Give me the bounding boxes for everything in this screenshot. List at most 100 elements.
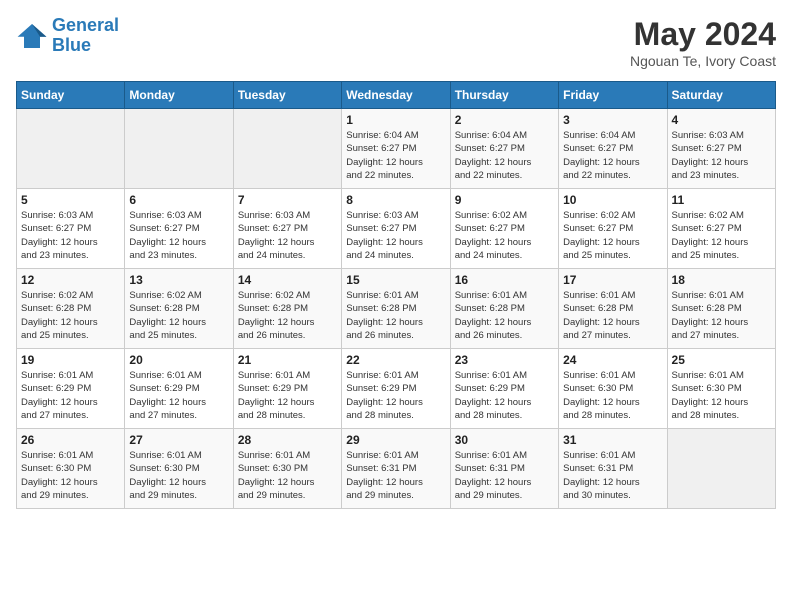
day-number: 13 <box>129 273 228 287</box>
calendar-cell: 7 Sunrise: 6:03 AMSunset: 6:27 PMDaylight… <box>233 189 341 269</box>
logo: General Blue <box>16 16 119 56</box>
day-info: Sunrise: 6:01 AMSunset: 6:30 PMDaylight:… <box>238 449 337 502</box>
day-info: Sunrise: 6:01 AMSunset: 6:28 PMDaylight:… <box>563 289 662 342</box>
day-info: Sunrise: 6:01 AMSunset: 6:30 PMDaylight:… <box>672 369 771 422</box>
calendar-cell: 29 Sunrise: 6:01 AMSunset: 6:31 PMDayligh… <box>342 429 450 509</box>
day-number: 11 <box>672 193 771 207</box>
day-info: Sunrise: 6:01 AMSunset: 6:28 PMDaylight:… <box>455 289 554 342</box>
calendar-cell: 21 Sunrise: 6:01 AMSunset: 6:29 PMDayligh… <box>233 349 341 429</box>
calendar-table: SundayMondayTuesdayWednesdayThursdayFrid… <box>16 81 776 509</box>
logo-text-line2: Blue <box>52 36 119 56</box>
page-header: General Blue May 2024 Ngouan Te, Ivory C… <box>16 16 776 69</box>
calendar-cell <box>233 109 341 189</box>
day-info: Sunrise: 6:01 AMSunset: 6:29 PMDaylight:… <box>21 369 120 422</box>
calendar-cell: 16 Sunrise: 6:01 AMSunset: 6:28 PMDayligh… <box>450 269 558 349</box>
day-info: Sunrise: 6:03 AMSunset: 6:27 PMDaylight:… <box>346 209 445 262</box>
day-number: 5 <box>21 193 120 207</box>
day-number: 29 <box>346 433 445 447</box>
day-number: 30 <box>455 433 554 447</box>
day-number: 24 <box>563 353 662 367</box>
location: Ngouan Te, Ivory Coast <box>630 53 776 69</box>
calendar-cell: 30Sunrise: 6:01 AMSunset: 6:31 PMDayligh… <box>450 429 558 509</box>
weekday-header-row: SundayMondayTuesdayWednesdayThursdayFrid… <box>17 82 776 109</box>
day-info: Sunrise: 6:02 AMSunset: 6:28 PMDaylight:… <box>238 289 337 342</box>
day-info: Sunrise: 6:02 AMSunset: 6:27 PMDaylight:… <box>455 209 554 262</box>
day-number: 8 <box>346 193 445 207</box>
calendar-week-row: 5 Sunrise: 6:03 AMSunset: 6:27 PMDaylight… <box>17 189 776 269</box>
calendar-cell: 23 Sunrise: 6:01 AMSunset: 6:29 PMDayligh… <box>450 349 558 429</box>
day-number: 2 <box>455 113 554 127</box>
calendar-week-row: 26 Sunrise: 6:01 AMSunset: 6:30 PMDayligh… <box>17 429 776 509</box>
day-number: 23 <box>455 353 554 367</box>
day-number: 12 <box>21 273 120 287</box>
calendar-cell: 26 Sunrise: 6:01 AMSunset: 6:30 PMDayligh… <box>17 429 125 509</box>
day-number: 10 <box>563 193 662 207</box>
calendar-body: 1Sunrise: 6:04 AMSunset: 6:27 PMDaylight… <box>17 109 776 509</box>
calendar-cell <box>667 429 775 509</box>
day-info: Sunrise: 6:01 AMSunset: 6:30 PMDaylight:… <box>563 369 662 422</box>
weekday-header-sunday: Sunday <box>17 82 125 109</box>
day-info: Sunrise: 6:01 AMSunset: 6:31 PMDaylight:… <box>563 449 662 502</box>
day-info: Sunrise: 6:01 AMSunset: 6:30 PMDaylight:… <box>21 449 120 502</box>
day-info: Sunrise: 6:04 AMSunset: 6:27 PMDaylight:… <box>346 129 445 182</box>
calendar-cell: 5 Sunrise: 6:03 AMSunset: 6:27 PMDaylight… <box>17 189 125 269</box>
calendar-cell: 10 Sunrise: 6:02 AMSunset: 6:27 PMDayligh… <box>559 189 667 269</box>
day-info: Sunrise: 6:01 AMSunset: 6:29 PMDaylight:… <box>346 369 445 422</box>
calendar-cell: 24 Sunrise: 6:01 AMSunset: 6:30 PMDayligh… <box>559 349 667 429</box>
calendar-cell: 11Sunrise: 6:02 AMSunset: 6:27 PMDayligh… <box>667 189 775 269</box>
calendar-week-row: 19Sunrise: 6:01 AMSunset: 6:29 PMDayligh… <box>17 349 776 429</box>
calendar-cell: 15Sunrise: 6:01 AMSunset: 6:28 PMDayligh… <box>342 269 450 349</box>
day-info: Sunrise: 6:01 AMSunset: 6:31 PMDaylight:… <box>346 449 445 502</box>
calendar-cell: 25 Sunrise: 6:01 AMSunset: 6:30 PMDayligh… <box>667 349 775 429</box>
calendar-cell: 28 Sunrise: 6:01 AMSunset: 6:30 PMDayligh… <box>233 429 341 509</box>
day-number: 22 <box>346 353 445 367</box>
day-number: 17 <box>563 273 662 287</box>
day-info: Sunrise: 6:01 AMSunset: 6:29 PMDaylight:… <box>455 369 554 422</box>
calendar-cell: 22 Sunrise: 6:01 AMSunset: 6:29 PMDayligh… <box>342 349 450 429</box>
day-info: Sunrise: 6:01 AMSunset: 6:29 PMDaylight:… <box>238 369 337 422</box>
weekday-header-wednesday: Wednesday <box>342 82 450 109</box>
day-number: 21 <box>238 353 337 367</box>
weekday-header-tuesday: Tuesday <box>233 82 341 109</box>
day-info: Sunrise: 6:01 AMSunset: 6:29 PMDaylight:… <box>129 369 228 422</box>
day-info: Sunrise: 6:01 AMSunset: 6:30 PMDaylight:… <box>129 449 228 502</box>
day-info: Sunrise: 6:03 AMSunset: 6:27 PMDaylight:… <box>672 129 771 182</box>
day-number: 25 <box>672 353 771 367</box>
day-number: 6 <box>129 193 228 207</box>
weekday-header-friday: Friday <box>559 82 667 109</box>
day-number: 28 <box>238 433 337 447</box>
logo-text-line1: General <box>52 16 119 36</box>
calendar-cell: 12 Sunrise: 6:02 AMSunset: 6:28 PMDayligh… <box>17 269 125 349</box>
day-number: 18 <box>672 273 771 287</box>
day-info: Sunrise: 6:03 AMSunset: 6:27 PMDaylight:… <box>238 209 337 262</box>
day-number: 20 <box>129 353 228 367</box>
weekday-header-thursday: Thursday <box>450 82 558 109</box>
month-year: May 2024 <box>630 16 776 53</box>
day-info: Sunrise: 6:03 AMSunset: 6:27 PMDaylight:… <box>21 209 120 262</box>
day-number: 16 <box>455 273 554 287</box>
day-number: 26 <box>21 433 120 447</box>
calendar-cell: 8 Sunrise: 6:03 AMSunset: 6:27 PMDaylight… <box>342 189 450 269</box>
calendar-cell: 13 Sunrise: 6:02 AMSunset: 6:28 PMDayligh… <box>125 269 233 349</box>
day-number: 27 <box>129 433 228 447</box>
day-info: Sunrise: 6:04 AMSunset: 6:27 PMDaylight:… <box>455 129 554 182</box>
calendar-cell <box>17 109 125 189</box>
title-block: May 2024 Ngouan Te, Ivory Coast <box>630 16 776 69</box>
day-info: Sunrise: 6:02 AMSunset: 6:28 PMDaylight:… <box>21 289 120 342</box>
calendar-cell: 20 Sunrise: 6:01 AMSunset: 6:29 PMDayligh… <box>125 349 233 429</box>
calendar-cell: 17 Sunrise: 6:01 AMSunset: 6:28 PMDayligh… <box>559 269 667 349</box>
day-info: Sunrise: 6:02 AMSunset: 6:27 PMDaylight:… <box>563 209 662 262</box>
logo-icon <box>16 22 48 50</box>
day-number: 14 <box>238 273 337 287</box>
calendar-cell: 4Sunrise: 6:03 AMSunset: 6:27 PMDaylight… <box>667 109 775 189</box>
weekday-header-saturday: Saturday <box>667 82 775 109</box>
calendar-cell: 3 Sunrise: 6:04 AMSunset: 6:27 PMDaylight… <box>559 109 667 189</box>
calendar-cell: 14 Sunrise: 6:02 AMSunset: 6:28 PMDayligh… <box>233 269 341 349</box>
calendar-header: SundayMondayTuesdayWednesdayThursdayFrid… <box>17 82 776 109</box>
day-info: Sunrise: 6:04 AMSunset: 6:27 PMDaylight:… <box>563 129 662 182</box>
day-info: Sunrise: 6:02 AMSunset: 6:28 PMDaylight:… <box>129 289 228 342</box>
calendar-week-row: 1Sunrise: 6:04 AMSunset: 6:27 PMDaylight… <box>17 109 776 189</box>
calendar-cell: 2 Sunrise: 6:04 AMSunset: 6:27 PMDaylight… <box>450 109 558 189</box>
day-number: 3 <box>563 113 662 127</box>
day-number: 7 <box>238 193 337 207</box>
